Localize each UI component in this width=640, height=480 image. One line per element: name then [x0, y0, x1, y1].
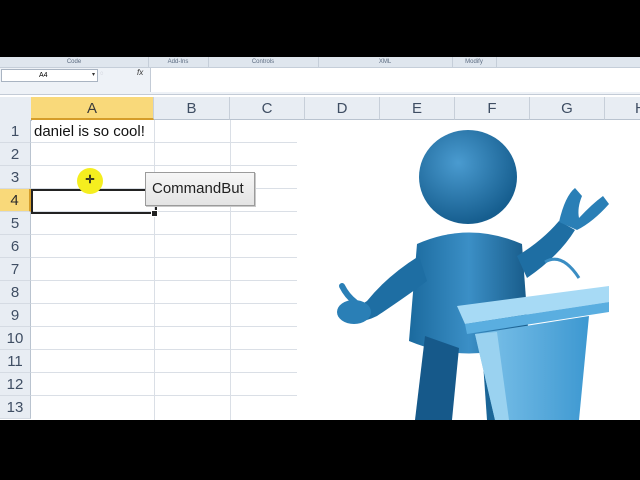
row-header-11[interactable]: 11: [0, 350, 31, 373]
ribbon-group-labels: Code Add-Ins Controls XML Modify: [0, 57, 640, 68]
column-header-f[interactable]: F: [455, 97, 530, 120]
row-header-6[interactable]: 6: [0, 235, 31, 258]
ribbon-group-xml: XML: [318, 57, 453, 67]
ribbon-group-modify: Modify: [452, 57, 497, 67]
column-header-e[interactable]: E: [380, 97, 455, 120]
cell-cursor-icon: ✛: [85, 174, 95, 186]
row-header-7[interactable]: 7: [0, 258, 31, 281]
ribbon-group-code: Code: [0, 57, 149, 67]
row-header-3[interactable]: 3: [0, 166, 31, 189]
fill-handle[interactable]: [151, 210, 158, 217]
insert-function-button[interactable]: fx: [137, 68, 143, 77]
row-header-5[interactable]: 5: [0, 212, 31, 235]
column-header-b[interactable]: B: [154, 97, 230, 120]
formula-bar: A4 ▾ ◌ fx: [0, 68, 640, 95]
row-header-13[interactable]: 13: [0, 396, 31, 419]
formula-input[interactable]: [150, 68, 640, 92]
row-header-10[interactable]: 10: [0, 327, 31, 350]
column-header-c[interactable]: C: [230, 97, 305, 120]
chevron-down-icon[interactable]: ▾: [92, 70, 95, 81]
column-header-d[interactable]: D: [305, 97, 380, 120]
row-header-1[interactable]: 1: [0, 120, 31, 143]
cell-a1[interactable]: daniel is so cool!: [34, 123, 145, 140]
resize-handle-icon[interactable]: ◌: [100, 71, 108, 79]
row-header-9[interactable]: 9: [0, 304, 31, 327]
row-header-4[interactable]: 4: [0, 189, 31, 212]
ribbon-group-addins: Add-Ins: [148, 57, 209, 67]
presenter-picture[interactable]: [297, 126, 640, 420]
column-header-a[interactable]: A: [31, 97, 154, 120]
select-all-corner[interactable]: [0, 97, 32, 121]
column-header-g[interactable]: G: [530, 97, 605, 120]
excel-window: Code Add-Ins Controls XML Modify A4 ▾ ◌ …: [0, 57, 640, 420]
column-header-h[interactable]: H: [605, 97, 640, 120]
presenter-at-podium-icon: [337, 130, 609, 420]
name-box[interactable]: A4 ▾: [1, 69, 98, 82]
row-header-12[interactable]: 12: [0, 373, 31, 396]
row-header-8[interactable]: 8: [0, 281, 31, 304]
ribbon-group-controls: Controls: [208, 57, 319, 67]
row-header-2[interactable]: 2: [0, 143, 31, 166]
name-box-value: A4: [39, 72, 48, 79]
command-button[interactable]: CommandBut: [145, 172, 255, 206]
